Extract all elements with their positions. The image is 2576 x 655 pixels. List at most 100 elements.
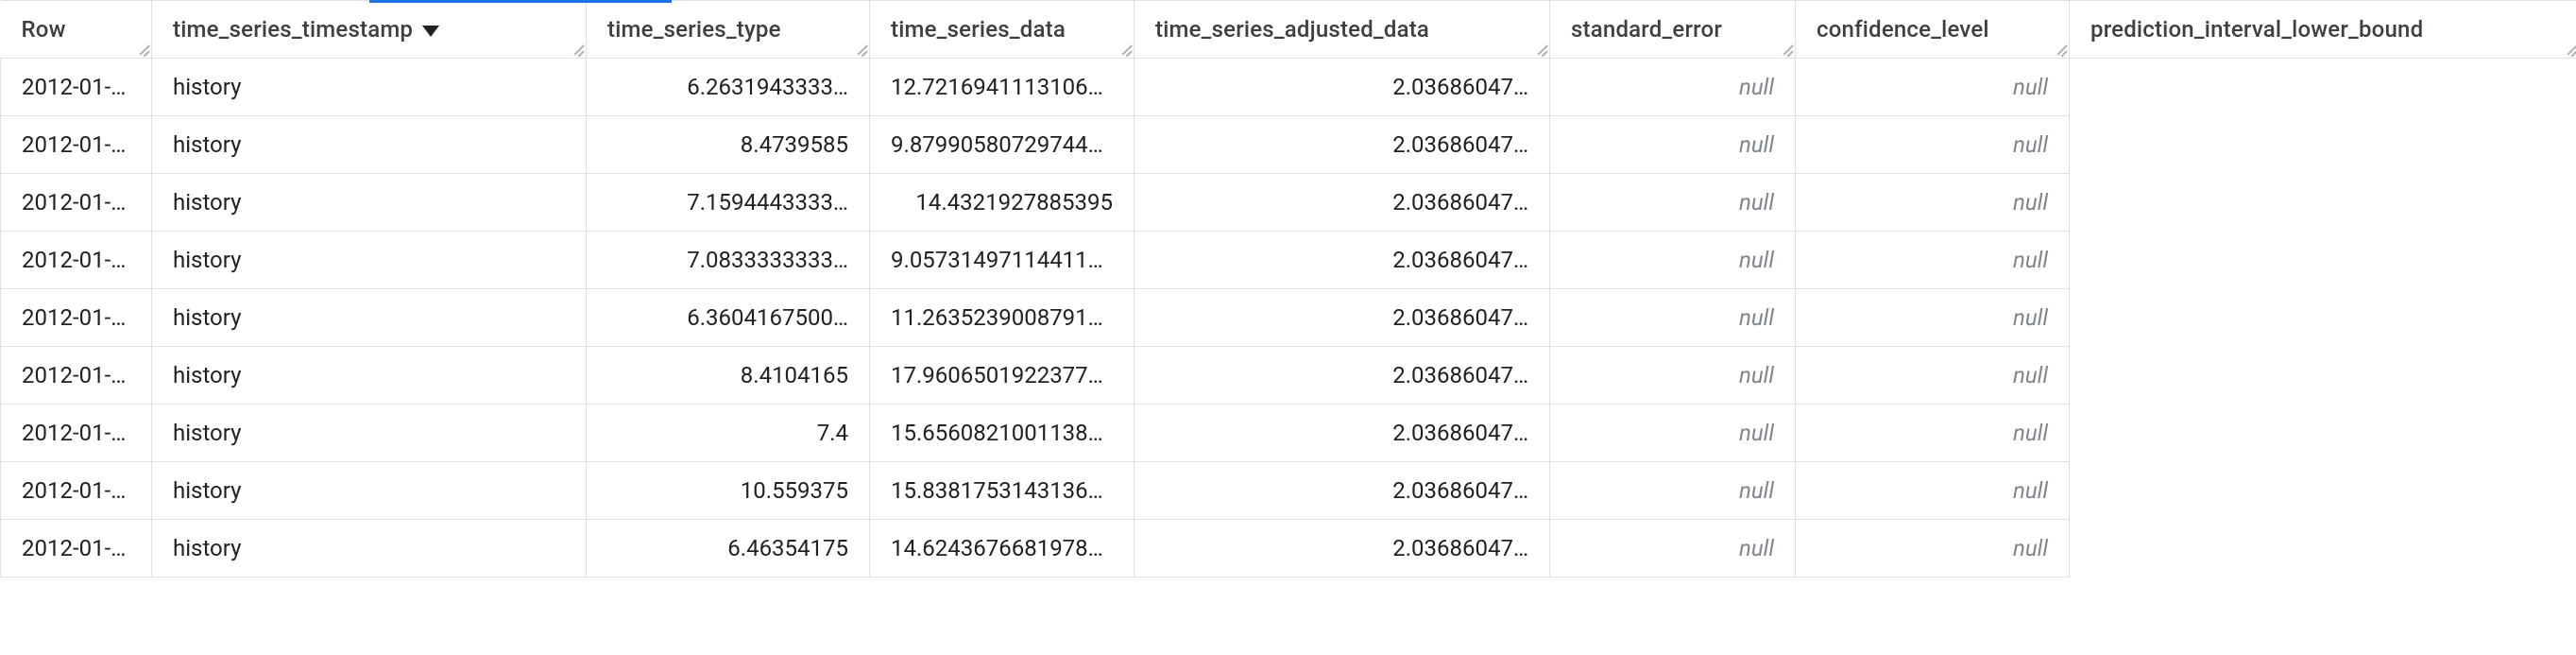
cell-value: history bbox=[173, 420, 241, 446]
cell-value: 2012-01-01 00:00:00 UTC bbox=[22, 74, 152, 100]
cell-value: 2012-01-02 00:00:00 UTC bbox=[22, 131, 152, 158]
table-row[interactable]: 62012-01-06 00:00:00 UTChistory8.4104165… bbox=[1, 347, 2576, 405]
cell-standard_error: 2.03686047… bbox=[1134, 289, 1550, 347]
sort-descending-icon[interactable] bbox=[422, 26, 439, 37]
cell-prediction_interval_lower_bound: null bbox=[1796, 116, 2070, 174]
column-resize-handle[interactable] bbox=[2050, 39, 2067, 56]
cell-standard_error: 2.03686047… bbox=[1134, 59, 1550, 116]
cell-value: 6.3604167500… bbox=[687, 304, 848, 331]
null-value: null bbox=[2013, 535, 2048, 561]
cell-time_series_timestamp: 2012-01-03 00:00:00 UTC bbox=[1, 174, 152, 232]
cell-time_series_data: 7.1594443333… bbox=[587, 174, 870, 232]
cell-value: history bbox=[173, 362, 241, 388]
cell-value: history bbox=[173, 247, 241, 273]
cell-value: 2012-01-04 00:00:00 UTC bbox=[22, 247, 152, 273]
null-value: null bbox=[1739, 74, 1774, 100]
column-header-time_series_data[interactable]: time_series_data bbox=[870, 1, 1134, 59]
cell-value: 11.263523900879152 bbox=[891, 304, 1114, 331]
cell-value: 6.2631943333… bbox=[687, 74, 848, 100]
cell-confidence_level: null bbox=[1550, 462, 1796, 520]
table-body: 12012-01-01 00:00:00 UTChistory6.2631943… bbox=[1, 59, 2576, 577]
cell-prediction_interval_lower_bound: null bbox=[1796, 462, 2070, 520]
cell-standard_error: 2.03686047… bbox=[1134, 347, 1550, 405]
cell-value: 17.960650192237768 bbox=[891, 362, 1114, 388]
cell-value: 2.03686047… bbox=[1392, 304, 1528, 331]
cell-prediction_interval_lower_bound: null bbox=[1796, 59, 2070, 116]
column-resize-handle[interactable] bbox=[132, 39, 149, 56]
null-value: null bbox=[1739, 131, 1774, 158]
cell-time_series_timestamp: 2012-01-09 00:00:00 UTC bbox=[1, 520, 152, 577]
cell-time_series_type: history bbox=[152, 520, 587, 577]
cell-confidence_level: null bbox=[1550, 520, 1796, 577]
null-value: null bbox=[2013, 362, 2048, 388]
column-resize-handle[interactable] bbox=[1115, 39, 1132, 56]
null-value: null bbox=[2013, 131, 2048, 158]
cell-value: 2012-01-07 00:00:00 UTC bbox=[22, 420, 152, 446]
table-row[interactable]: 82012-01-08 00:00:00 UTChistory10.559375… bbox=[1, 462, 2576, 520]
cell-standard_error: 2.03686047… bbox=[1134, 462, 1550, 520]
cell-time_series_data: 6.3604167500… bbox=[587, 289, 870, 347]
cell-time_series_timestamp: 2012-01-08 00:00:00 UTC bbox=[1, 462, 152, 520]
cell-value: 10.559375 bbox=[741, 477, 848, 504]
cell-time_series_timestamp: 2012-01-04 00:00:00 UTC bbox=[1, 232, 152, 289]
cell-value: 6.46354175 bbox=[727, 535, 848, 561]
cell-value: history bbox=[173, 477, 241, 504]
column-resize-handle[interactable] bbox=[2560, 39, 2576, 56]
cell-time_series_adjusted_data: 15.838175314313666 bbox=[870, 462, 1134, 520]
null-value: null bbox=[1739, 535, 1774, 561]
cell-time_series_adjusted_data: 9.0573149711441161 bbox=[870, 232, 1134, 289]
null-value: null bbox=[1739, 247, 1774, 273]
cell-value: 2012-01-08 00:00:00 UTC bbox=[22, 477, 152, 504]
cell-standard_error: 2.03686047… bbox=[1134, 232, 1550, 289]
column-header-confidence_level[interactable]: confidence_level bbox=[1796, 1, 2070, 59]
column-resize-handle[interactable] bbox=[850, 39, 867, 56]
cell-value: 2.03686047… bbox=[1392, 420, 1528, 446]
cell-value: 15.838175314313666 bbox=[891, 477, 1114, 504]
cell-time_series_adjusted_data: 12.721694111310683 bbox=[870, 59, 1134, 116]
table-row[interactable]: 32012-01-03 00:00:00 UTChistory7.1594443… bbox=[1, 174, 2576, 232]
column-header-standard_error[interactable]: standard_error bbox=[1550, 1, 1796, 59]
cell-time_series_type: history bbox=[152, 405, 587, 462]
cell-value: 2012-01-05 00:00:00 UTC bbox=[22, 304, 152, 331]
cell-value: 2012-01-06 00:00:00 UTC bbox=[22, 362, 152, 388]
cell-value: 9.0573149711441161 bbox=[891, 247, 1114, 273]
header-row: Row time_series_timestamptime_series_type… bbox=[1, 1, 2576, 59]
cell-time_series_type: history bbox=[152, 174, 587, 232]
cell-time_series_adjusted_data: 17.960650192237768 bbox=[870, 347, 1134, 405]
cell-time_series_type: history bbox=[152, 462, 587, 520]
cell-value: 15.656082100113899 bbox=[891, 420, 1114, 446]
column-header-time_series_timestamp[interactable]: time_series_timestamp bbox=[152, 1, 587, 59]
cell-prediction_interval_lower_bound: null bbox=[1796, 174, 2070, 232]
table-row[interactable]: 42012-01-04 00:00:00 UTChistory7.0833333… bbox=[1, 232, 2576, 289]
table-header: Row time_series_timestamptime_series_type… bbox=[1, 1, 2576, 59]
column-header-label: time_series_adjusted_data bbox=[1155, 16, 1429, 43]
table-row[interactable]: 12012-01-01 00:00:00 UTChistory6.2631943… bbox=[1, 59, 2576, 116]
table-row[interactable]: 72012-01-07 00:00:00 UTChistory7.415.656… bbox=[1, 405, 2576, 462]
table-row[interactable]: 22012-01-02 00:00:00 UTChistory8.4739585… bbox=[1, 116, 2576, 174]
cell-time_series_type: history bbox=[152, 289, 587, 347]
column-header-prediction_interval_lower_bound[interactable]: prediction_interval_lower_bound bbox=[2070, 1, 2576, 59]
cell-confidence_level: null bbox=[1550, 59, 1796, 116]
column-resize-handle[interactable] bbox=[1530, 39, 1547, 56]
table-row[interactable]: 92012-01-09 00:00:00 UTChistory6.4635417… bbox=[1, 520, 2576, 577]
cell-time_series_adjusted_data: 14.4321927885395 bbox=[870, 174, 1134, 232]
column-header-time_series_type[interactable]: time_series_type bbox=[587, 1, 870, 59]
column-header-label: Row bbox=[22, 16, 66, 43]
column-header-row[interactable]: Row bbox=[1, 1, 152, 59]
column-resize-handle[interactable] bbox=[1776, 39, 1793, 56]
cell-time_series_data: 8.4104165 bbox=[587, 347, 870, 405]
null-value: null bbox=[1739, 304, 1774, 331]
cell-value: 2.03686047… bbox=[1392, 189, 1528, 215]
null-value: null bbox=[2013, 74, 2048, 100]
column-resize-handle[interactable] bbox=[567, 39, 584, 56]
null-value: null bbox=[1739, 420, 1774, 446]
column-header-time_series_adjusted_data[interactable]: time_series_adjusted_data bbox=[1134, 1, 1550, 59]
cell-confidence_level: null bbox=[1550, 174, 1796, 232]
cell-time_series_data: 7.4 bbox=[587, 405, 870, 462]
cell-confidence_level: null bbox=[1550, 347, 1796, 405]
cell-value: 7.0833333333… bbox=[687, 247, 848, 273]
cell-value: history bbox=[173, 535, 241, 561]
cell-time_series_data: 6.2631943333… bbox=[587, 59, 870, 116]
cell-value: 9.8799058072974439 bbox=[891, 131, 1114, 158]
table-row[interactable]: 52012-01-05 00:00:00 UTChistory6.3604167… bbox=[1, 289, 2576, 347]
